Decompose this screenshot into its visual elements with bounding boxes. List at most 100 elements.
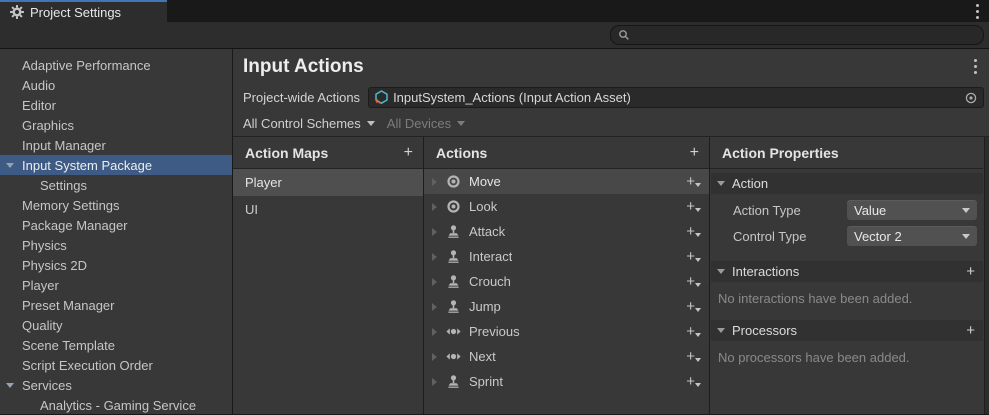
action-control-type-icon xyxy=(444,374,462,389)
sidebar-item[interactable]: Settings xyxy=(0,175,232,195)
add-interaction-button[interactable]: + xyxy=(966,263,975,280)
add-binding-button[interactable]: + xyxy=(686,173,701,190)
action-row[interactable]: Attack + xyxy=(424,219,709,244)
control-type-dropdown[interactable]: Vector 2 xyxy=(847,226,977,246)
sidebar-item[interactable]: Analytics - Gaming Service xyxy=(0,395,232,414)
sidebar-item-label: Audio xyxy=(22,78,55,93)
settings-category-sidebar: Adaptive Performance Audio Editor Graphi… xyxy=(0,49,233,414)
panel-menu-kebab-icon[interactable] xyxy=(974,58,977,76)
sidebar-item[interactable]: Physics xyxy=(0,235,232,255)
expand-arrow-icon[interactable] xyxy=(432,228,437,236)
action-control-type-icon xyxy=(444,174,462,189)
action-map-row[interactable]: Player xyxy=(233,169,423,196)
action-row[interactable]: Interact + xyxy=(424,244,709,269)
add-binding-button[interactable]: + xyxy=(686,248,701,265)
sidebar-item-label: Player xyxy=(22,278,59,293)
expand-arrow-icon[interactable] xyxy=(432,203,437,211)
sidebar-item[interactable]: Quality xyxy=(0,315,232,335)
add-processor-button[interactable]: + xyxy=(966,322,975,339)
foldout-triangle-icon[interactable] xyxy=(6,383,14,388)
sidebar-item[interactable]: Physics 2D xyxy=(0,255,232,275)
expand-arrow-icon[interactable] xyxy=(432,178,437,186)
foldout-triangle-icon[interactable] xyxy=(6,163,14,168)
action-row[interactable]: Next + xyxy=(424,344,709,369)
search-input[interactable] xyxy=(635,28,976,42)
sidebar-item[interactable]: Adaptive Performance xyxy=(0,55,232,75)
sidebar-item-label: Services xyxy=(22,378,72,393)
chevron-down-icon xyxy=(457,121,465,126)
sidebar-item[interactable]: Input System Package xyxy=(0,155,232,175)
expand-arrow-icon[interactable] xyxy=(432,303,437,311)
action-type-dropdown[interactable]: Value xyxy=(847,200,977,220)
sidebar-item[interactable]: Input Manager xyxy=(0,135,232,155)
add-binding-button[interactable]: + xyxy=(686,298,701,315)
action-row[interactable]: Crouch + xyxy=(424,269,709,294)
sidebar-item-label: Input System Package xyxy=(22,158,152,173)
sidebar-item[interactable]: Audio xyxy=(0,75,232,95)
project-settings-window: Adaptive Performance Audio Editor Graphi… xyxy=(0,49,989,414)
expand-arrow-icon[interactable] xyxy=(432,353,437,361)
add-action-button[interactable]: + xyxy=(690,144,699,162)
action-map-label: Player xyxy=(245,175,282,190)
tab-project-settings[interactable]: Project Settings xyxy=(0,0,167,22)
search-field[interactable] xyxy=(610,25,984,45)
add-binding-button[interactable]: + xyxy=(686,198,701,215)
sidebar-item[interactable]: Memory Settings xyxy=(0,195,232,215)
sidebar-item[interactable]: Player xyxy=(0,275,232,295)
action-section-label: Action xyxy=(732,176,768,191)
sidebar-item[interactable]: Package Manager xyxy=(0,215,232,235)
action-foldout-header[interactable]: Action xyxy=(711,173,983,194)
asset-name: InputSystem_Actions (Input Action Asset) xyxy=(393,90,631,105)
action-row[interactable]: Jump + xyxy=(424,294,709,319)
window-tab-bar: Project Settings xyxy=(0,0,989,22)
action-map-row[interactable]: UI xyxy=(233,196,423,223)
project-wide-actions-row: Project-wide Actions InputSystem_Actions… xyxy=(233,84,989,111)
action-row[interactable]: Look + xyxy=(424,194,709,219)
vertical-scrollbar[interactable] xyxy=(984,137,989,414)
sidebar-item-label: Preset Manager xyxy=(22,298,115,313)
sidebar-item-label: Physics xyxy=(22,238,67,253)
action-label: Attack xyxy=(469,224,505,239)
action-row[interactable]: Previous + xyxy=(424,319,709,344)
sidebar-item[interactable]: Scene Template xyxy=(0,335,232,355)
search-icon xyxy=(618,29,630,41)
action-maps-header: Action Maps + xyxy=(233,137,423,169)
sidebar-item[interactable]: Script Execution Order xyxy=(0,355,232,375)
settings-toolbar xyxy=(0,22,989,49)
input-action-asset-icon xyxy=(374,90,389,105)
chevron-down-icon xyxy=(367,121,375,126)
action-maps-title: Action Maps xyxy=(245,145,328,161)
add-binding-button[interactable]: + xyxy=(686,223,701,240)
sidebar-item-label: Scene Template xyxy=(22,338,115,353)
gear-icon xyxy=(10,5,24,19)
add-action-map-button[interactable]: + xyxy=(404,144,413,162)
interactions-foldout-header[interactable]: Interactions + xyxy=(711,261,983,282)
object-picker-icon[interactable] xyxy=(964,91,978,105)
window-menu-kebab-icon[interactable] xyxy=(976,2,979,20)
sidebar-item[interactable]: Graphics xyxy=(0,115,232,135)
expand-arrow-icon[interactable] xyxy=(432,278,437,286)
add-binding-button[interactable]: + xyxy=(686,323,701,340)
add-binding-button[interactable]: + xyxy=(686,273,701,290)
input-action-asset-field[interactable]: InputSystem_Actions (Input Action Asset) xyxy=(368,87,984,108)
action-row[interactable]: Move + xyxy=(424,169,709,194)
processors-section-label: Processors xyxy=(732,323,797,338)
control-type-value: Vector 2 xyxy=(854,229,902,244)
expand-arrow-icon[interactable] xyxy=(432,253,437,261)
action-control-type-icon xyxy=(444,249,462,264)
add-binding-button[interactable]: + xyxy=(686,348,701,365)
devices-dropdown[interactable]: All Devices xyxy=(387,116,465,131)
sidebar-item-label: Analytics - Gaming Service xyxy=(40,398,196,413)
expand-arrow-icon[interactable] xyxy=(432,328,437,336)
expand-arrow-icon[interactable] xyxy=(432,378,437,386)
action-row[interactable]: Sprint + xyxy=(424,369,709,394)
sidebar-item[interactable]: Services xyxy=(0,375,232,395)
processors-foldout-header[interactable]: Processors + xyxy=(711,320,983,341)
sidebar-item[interactable]: Preset Manager xyxy=(0,295,232,315)
actions-editor-columns: Action Maps + Player UI Actions + xyxy=(233,137,989,414)
control-schemes-dropdown[interactable]: All Control Schemes xyxy=(243,116,375,131)
devices-label: All Devices xyxy=(387,116,451,131)
sidebar-item[interactable]: Editor xyxy=(0,95,232,115)
control-scheme-toolbar: All Control Schemes All Devices xyxy=(233,111,989,137)
add-binding-button[interactable]: + xyxy=(686,373,701,390)
